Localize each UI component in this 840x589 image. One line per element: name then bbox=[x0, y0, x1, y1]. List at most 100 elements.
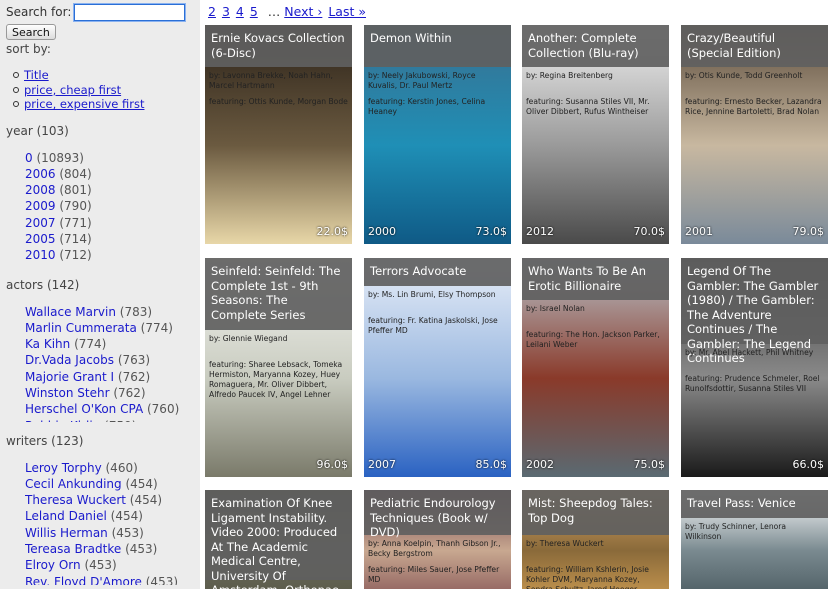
results-area: 2 3 4 5 … Next › Last » Ernie Kovacs Coll… bbox=[200, 0, 840, 589]
card-title[interactable]: Crazy/Beautiful (Special Edition) bbox=[681, 25, 828, 67]
product-card[interactable]: Demon Within by: Neely Jakubowski, Royce … bbox=[364, 25, 511, 244]
year-facet-count: (790) bbox=[55, 199, 92, 214]
year-facet-link[interactable]: 0 bbox=[25, 151, 33, 165]
actor-facet-link[interactable]: Herschel O'Kon CPA bbox=[25, 402, 143, 416]
actor-facet-count: (774) bbox=[70, 337, 107, 352]
product-card[interactable]: Crazy/Beautiful (Special Edition) by: Oti… bbox=[681, 25, 828, 244]
actor-facet-link[interactable]: Majorie Grant I bbox=[25, 370, 114, 384]
actor-facet-item: Wallace Marvin (783) bbox=[25, 304, 200, 320]
product-card[interactable]: Mist: Sheepdog Tales: Top Dog by: Theresa… bbox=[522, 490, 669, 589]
product-card[interactable]: Travel Pass: Venice by: Trudy Schinner, L… bbox=[681, 490, 828, 589]
search-button[interactable]: Search bbox=[6, 24, 56, 40]
year-facet-link[interactable]: 2005 bbox=[25, 232, 56, 246]
card-featuring: featuring: Ottis Kunde, Morgan Bode bbox=[209, 97, 348, 106]
card-title[interactable]: Seinfeld: Seinfeld: The Complete 1st - 9… bbox=[205, 258, 352, 330]
card-featuring: featuring: Prudence Schmeler, Roel Runol… bbox=[685, 374, 820, 393]
year-facet-list[interactable]: 0 (10893) 2006 (804) 2008 (801) 2009 (790) 2… bbox=[25, 150, 200, 266]
product-card[interactable]: Who Wants To Be An Erotic Billionaire by:… bbox=[522, 258, 669, 477]
card-title[interactable]: Mist: Sheepdog Tales: Top Dog bbox=[522, 490, 669, 535]
year-facet-link[interactable]: 2012 bbox=[25, 265, 56, 266]
product-card[interactable]: Pediatric Endourology Techniques (Book w… bbox=[364, 490, 511, 589]
year-facet-item: 2007 (771) bbox=[25, 215, 200, 231]
card-year: 2002 bbox=[526, 458, 554, 471]
product-card[interactable]: Examination Of Knee Ligament Instability… bbox=[205, 490, 352, 589]
actor-facet-link[interactable]: Ka Kihn bbox=[25, 337, 70, 351]
writer-facet-link[interactable]: Tereasa Bradtke bbox=[25, 542, 121, 556]
card-creators: by: Ms. Lin Brumi, Elsy Thompson bbox=[368, 290, 496, 299]
card-title[interactable]: Terrors Advocate bbox=[364, 258, 511, 286]
sort-option-link[interactable]: price, cheap first bbox=[24, 83, 121, 97]
card-year: 2000 bbox=[368, 225, 396, 238]
year-facet-item: 2008 (801) bbox=[25, 182, 200, 198]
card-title[interactable]: Demon Within bbox=[364, 25, 511, 67]
pagination-page-link[interactable]: 4 bbox=[236, 4, 244, 19]
card-creators: by: Trudy Schinner, Lenora Wilkinson bbox=[685, 522, 787, 541]
pagination-page-link[interactable]: 3 bbox=[222, 4, 230, 19]
search-label: Search for: bbox=[6, 5, 72, 19]
sort-option: price, expensive first bbox=[13, 97, 200, 112]
writer-facet-link[interactable]: Rev. Floyd D'Amore bbox=[25, 575, 142, 585]
card-title[interactable]: Another: Complete Collection (Blu-ray) bbox=[522, 25, 669, 67]
writer-facet-count: (454) bbox=[106, 509, 143, 524]
pagination-page-link[interactable]: 2 bbox=[208, 4, 216, 19]
card-creators: by: Regina Breitenberg bbox=[526, 71, 613, 80]
year-facet-item: 2009 (790) bbox=[25, 198, 200, 214]
year-facet-link[interactable]: 2010 bbox=[25, 248, 56, 262]
year-facet-count: (801) bbox=[55, 183, 92, 198]
actors-facet-list[interactable]: Wallace Marvin (783) Marlin Cummerata (77… bbox=[25, 304, 200, 422]
actor-facet-link[interactable]: Marlin Cummerata bbox=[25, 321, 137, 335]
year-facet-item: 2005 (714) bbox=[25, 231, 200, 247]
writer-facet-link[interactable]: Leland Daniel bbox=[25, 509, 107, 523]
actor-facet-link[interactable]: Dr.Vada Jacobs bbox=[25, 353, 114, 367]
card-featuring: featuring: Miles Sauer, Jose Pfeffer MD bbox=[368, 565, 500, 584]
writer-facet-link[interactable]: Elroy Orn bbox=[25, 558, 81, 572]
sort-option: price, cheap first bbox=[13, 83, 200, 98]
product-card[interactable]: Another: Complete Collection (Blu-ray) by… bbox=[522, 25, 669, 244]
writer-facet-link[interactable]: Cecil Ankunding bbox=[25, 477, 122, 491]
actor-facet-link[interactable]: Wallace Marvin bbox=[25, 305, 116, 319]
actor-facet-link[interactable]: Winston Stehr bbox=[25, 386, 110, 400]
writer-facet-item: Leland Daniel (454) bbox=[25, 508, 200, 524]
year-facet-item: 2010 (712) bbox=[25, 247, 200, 263]
writer-facet-count: (453) bbox=[80, 558, 117, 573]
bullet-icon bbox=[13, 101, 19, 107]
year-facet-count: (771) bbox=[55, 215, 92, 230]
writer-facet-count: (454) bbox=[125, 493, 163, 508]
product-card[interactable]: Seinfeld: Seinfeld: The Complete 1st - 9… bbox=[205, 258, 352, 477]
card-price: 22.0$ bbox=[316, 225, 349, 238]
actors-facet-label: actors (142) bbox=[6, 277, 80, 292]
card-title[interactable]: Who Wants To Be An Erotic Billionaire bbox=[522, 258, 669, 300]
year-facet-link[interactable]: 2009 bbox=[25, 199, 56, 213]
writer-facet-count: (460) bbox=[101, 460, 138, 475]
year-facet-link[interactable]: 2006 bbox=[25, 167, 56, 181]
sort-option-link[interactable]: Title bbox=[24, 68, 49, 82]
bullet-icon bbox=[13, 86, 19, 93]
card-title[interactable]: Pediatric Endourology Techniques (Book w… bbox=[364, 490, 511, 539]
year-facet-count: (712) bbox=[55, 248, 92, 263]
search-input[interactable] bbox=[73, 2, 187, 22]
card-price: 73.0$ bbox=[475, 225, 508, 238]
writers-facet-list[interactable]: Leroy Torphy (460) Cecil Ankunding (454) T… bbox=[25, 460, 200, 585]
sort-option-link[interactable]: price, expensive first bbox=[24, 97, 144, 111]
writer-facet-item: Theresa Wuckert (454) bbox=[25, 492, 200, 508]
actor-facet-item: Majorie Grant I (762) bbox=[25, 369, 200, 385]
card-featuring: featuring: Fr. Katina Jaskolski, Jose Pf… bbox=[368, 316, 498, 335]
writer-facet-link[interactable]: Willis Herman bbox=[25, 526, 108, 540]
year-facet-link[interactable]: 2007 bbox=[25, 216, 56, 230]
card-title[interactable]: Travel Pass: Venice bbox=[681, 490, 828, 518]
card-title[interactable]: Ernie Kovacs Collection (6-Disc) bbox=[205, 25, 352, 67]
actor-facet-item: Winston Stehr (762) bbox=[25, 385, 200, 401]
card-title[interactable]: Examination Of Knee Ligament Instability… bbox=[205, 490, 352, 589]
writer-facet-link[interactable]: Leroy Torphy bbox=[25, 461, 102, 475]
product-card[interactable]: Terrors Advocate by: Ms. Lin Brumi, Elsy … bbox=[364, 258, 511, 477]
card-title[interactable]: Legend Of The Gambler: The Gambler (1980… bbox=[681, 258, 828, 365]
year-facet-link[interactable]: 2008 bbox=[25, 183, 56, 197]
product-card[interactable]: Legend Of The Gambler: The Gambler (1980… bbox=[681, 258, 828, 477]
pagination-last[interactable]: Last » bbox=[328, 4, 366, 19]
pagination-next[interactable]: Next › bbox=[284, 4, 322, 19]
actor-facet-link[interactable]: Robbie Kirlin bbox=[25, 419, 100, 422]
product-card[interactable]: Ernie Kovacs Collection (6-Disc) by: Lavo… bbox=[205, 25, 352, 244]
year-facet-count: (695) bbox=[56, 265, 91, 266]
writer-facet-link[interactable]: Theresa Wuckert bbox=[25, 493, 126, 507]
pagination-page-link[interactable]: 5 bbox=[250, 4, 258, 19]
